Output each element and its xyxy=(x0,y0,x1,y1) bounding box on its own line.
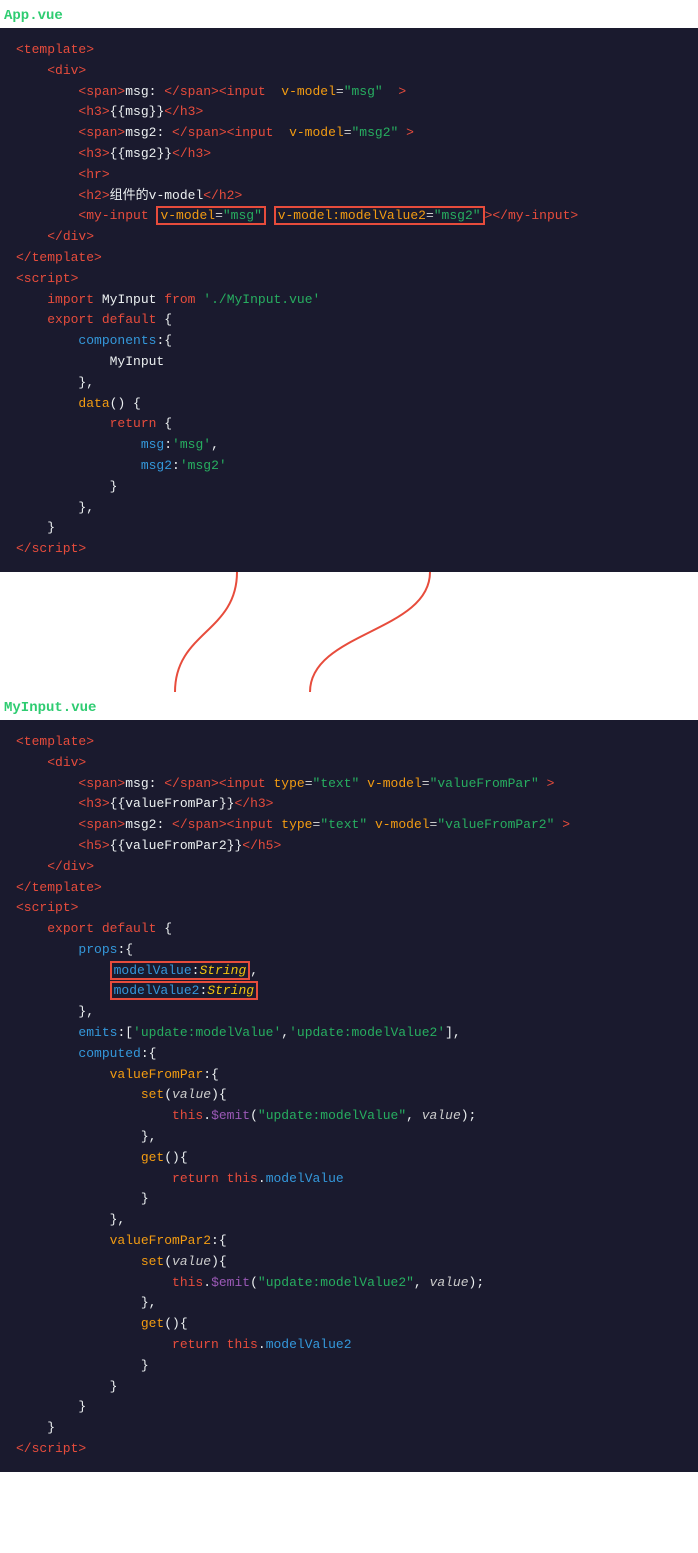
connector-svg xyxy=(0,572,698,692)
app-vue-label: App.vue xyxy=(0,0,698,28)
page-container: App.vue <template> <div> <span>msg: </sp… xyxy=(0,0,698,1472)
connector-section xyxy=(0,572,698,692)
myinput-vue-label: MyInput.vue xyxy=(0,692,698,720)
myinput-vue-code: <template> <div> <span>msg: </span><inpu… xyxy=(0,720,698,1472)
app-vue-code: <template> <div> <span>msg: </span><inpu… xyxy=(0,28,698,572)
